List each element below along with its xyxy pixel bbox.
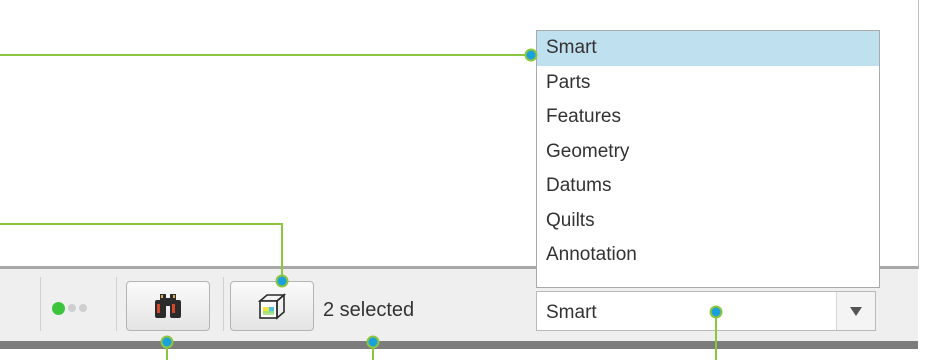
callout-line (0, 223, 282, 225)
filter-option-geometry[interactable]: Geometry (537, 135, 879, 170)
binoculars-icon (155, 294, 181, 318)
status-gray-light-icon (68, 304, 76, 312)
status-green-light-icon (52, 301, 65, 315)
callout-dot (275, 274, 289, 288)
filter-dropdown-list: Smart Parts Features Geometry Datums Qui… (536, 30, 880, 288)
window-edge (919, 0, 936, 340)
status-divider (223, 277, 224, 331)
dropdown-arrow-icon[interactable] (836, 292, 875, 330)
status-divider (40, 277, 41, 331)
callout-dot (524, 48, 538, 62)
callout-line (715, 312, 717, 360)
filter-option-features[interactable]: Features (537, 100, 879, 135)
callout-line (0, 54, 531, 56)
callout-dot (709, 305, 723, 319)
status-divider (116, 277, 117, 331)
filter-option-annotation[interactable]: Annotation (537, 238, 879, 273)
callout-line (281, 223, 283, 281)
find-button[interactable] (126, 281, 210, 331)
selection-filter-combo[interactable]: Smart (536, 291, 876, 331)
filter-current-value: Smart (546, 302, 597, 323)
status-gray-light-icon (79, 304, 87, 312)
selected-count-label[interactable]: 2 selected (323, 299, 414, 322)
message-area-lights[interactable] (52, 301, 87, 315)
callout-dot (366, 335, 380, 349)
filter-option-parts[interactable]: Parts (537, 66, 879, 101)
filter-option-smart[interactable]: Smart (537, 31, 879, 66)
selected-items-button[interactable] (230, 281, 314, 331)
box-selection-icon (257, 293, 287, 320)
callout-dot (160, 335, 174, 349)
filter-option-quilts[interactable]: Quilts (537, 204, 879, 239)
filter-option-datums[interactable]: Datums (537, 169, 879, 204)
